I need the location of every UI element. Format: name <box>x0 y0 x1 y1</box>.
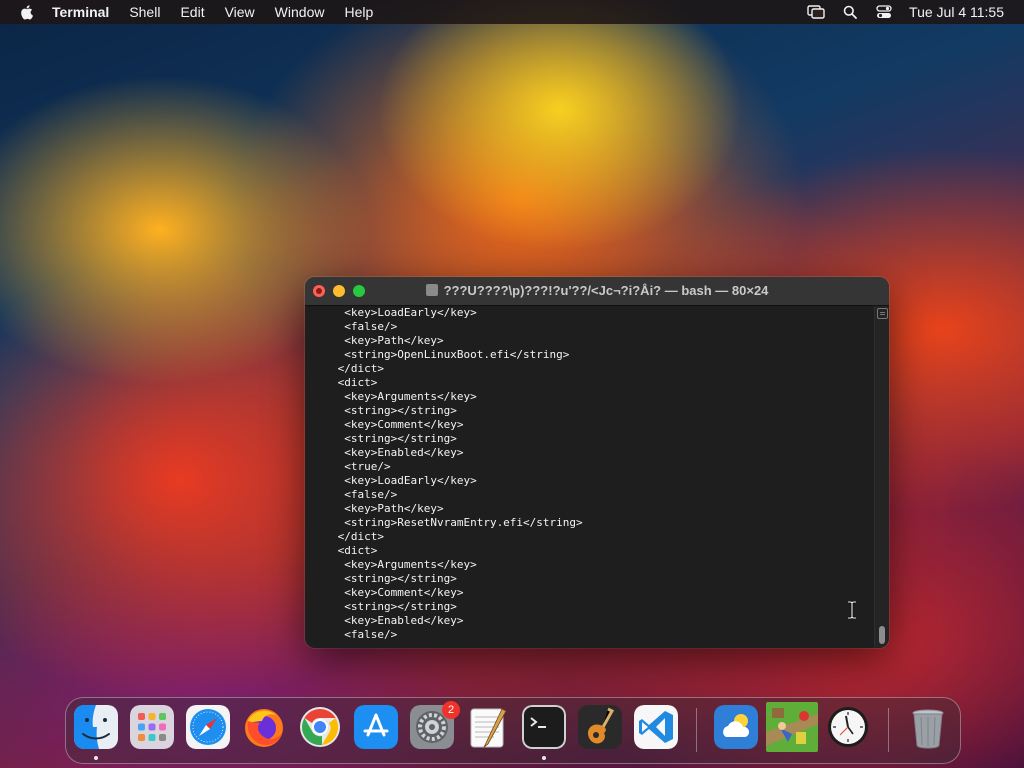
ibeam-cursor-icon <box>848 601 856 619</box>
menu-bar: Terminal Shell Edit View Window Help Tue… <box>0 0 1024 24</box>
terminal-line: <key>Enabled</key> <box>331 614 464 627</box>
terminal-output[interactable]: <key>LoadEarly</key> <false/> <key>Path<… <box>305 306 875 648</box>
apple-menu-icon[interactable] <box>20 4 34 20</box>
terminal-line: <false/> <box>331 488 398 501</box>
menu-bar-clock[interactable]: Tue Jul 4 11:55 <box>909 4 1004 20</box>
terminal-line: <dict> <box>331 376 378 389</box>
terminal-line: <key>Arguments</key> <box>331 390 477 403</box>
launchpad-icon[interactable] <box>130 705 174 749</box>
chrome-icon[interactable] <box>298 705 342 749</box>
finder-running-indicator <box>94 756 98 760</box>
firefox-icon[interactable] <box>242 705 286 749</box>
document-proxy-icon[interactable] <box>425 284 438 296</box>
terminal-line: <key>Arguments</key> <box>331 558 477 571</box>
terminal-line: <key>Path</key> <box>331 334 444 347</box>
weather-icon[interactable] <box>714 705 758 749</box>
terminal-window: ???U????\p)???!?u'??/<Jc¬?i?Åi? — bash —… <box>305 277 889 648</box>
terminal-line: <key>Path</key> <box>331 502 444 515</box>
window-title: ???U????\p)???!?u'??/<Jc¬?i?Åi? — bash —… <box>305 277 889 305</box>
screen-mirroring-icon[interactable] <box>807 4 825 20</box>
window-titlebar[interactable]: ???U????\p)???!?u'??/<Jc¬?i?Åi? — bash —… <box>305 277 889 306</box>
terminal-line: <string></string> <box>331 600 457 613</box>
menu-app-name[interactable]: Terminal <box>52 4 109 20</box>
terminal-line: <string>ResetNvramEntry.efi</string> <box>331 516 583 529</box>
terminal-line: <key>LoadEarly</key> <box>331 474 477 487</box>
terminal-line: <dict> <box>331 544 378 557</box>
garageband-icon[interactable] <box>578 705 622 749</box>
menu-view[interactable]: View <box>225 4 255 20</box>
terminal-line: <string></string> <box>331 404 457 417</box>
trash-icon[interactable] <box>906 705 950 749</box>
clock-icon[interactable] <box>826 705 870 749</box>
window-title-text: ???U????\p)???!?u'??/<Jc¬?i?Åi? — bash —… <box>443 283 769 298</box>
terminal-line: <false/> <box>331 320 398 333</box>
terminal-line: <string></string> <box>331 572 457 585</box>
menu-help[interactable]: Help <box>344 4 373 20</box>
terminal-line: <key>Comment</key> <box>331 586 464 599</box>
terminal-line: <key>LoadEarly</key> <box>331 306 477 319</box>
menu-window[interactable]: Window <box>275 4 325 20</box>
notification-badge: 2 <box>442 701 460 719</box>
terminal-line: <string></string> <box>331 432 457 445</box>
terminal-line: </dict> <box>331 530 384 543</box>
textedit-icon[interactable] <box>466 705 510 749</box>
dock-separator-trash <box>888 708 889 752</box>
menu-shell[interactable]: Shell <box>129 4 160 20</box>
scrollbar-thumb[interactable] <box>879 626 885 644</box>
control-center-icon[interactable] <box>875 4 893 20</box>
terminal-line: <true/> <box>331 460 391 473</box>
terminal-running-indicator <box>542 756 546 760</box>
dock: 2 <box>65 697 961 764</box>
vertical-scrollbar[interactable] <box>874 306 889 648</box>
app-store-icon[interactable] <box>354 705 398 749</box>
search-icon[interactable] <box>841 4 859 20</box>
terminal-line: <key>Comment</key> <box>331 418 464 431</box>
terminal-icon[interactable] <box>522 705 566 749</box>
safari-icon[interactable] <box>186 705 230 749</box>
terminal-line: <false/> <box>331 628 398 641</box>
vscode-icon[interactable] <box>634 705 678 749</box>
dock-separator <box>696 708 697 752</box>
terminal-line: <key>Enabled</key> <box>331 446 464 459</box>
finder-icon[interactable] <box>74 705 118 749</box>
menu-edit[interactable]: Edit <box>180 4 204 20</box>
terminal-line: <string>OpenLinuxBoot.efi</string> <box>331 348 570 361</box>
scroll-split-icon[interactable] <box>877 308 888 319</box>
terminal-line: </dict> <box>331 362 384 375</box>
game-icon[interactable] <box>766 702 818 752</box>
